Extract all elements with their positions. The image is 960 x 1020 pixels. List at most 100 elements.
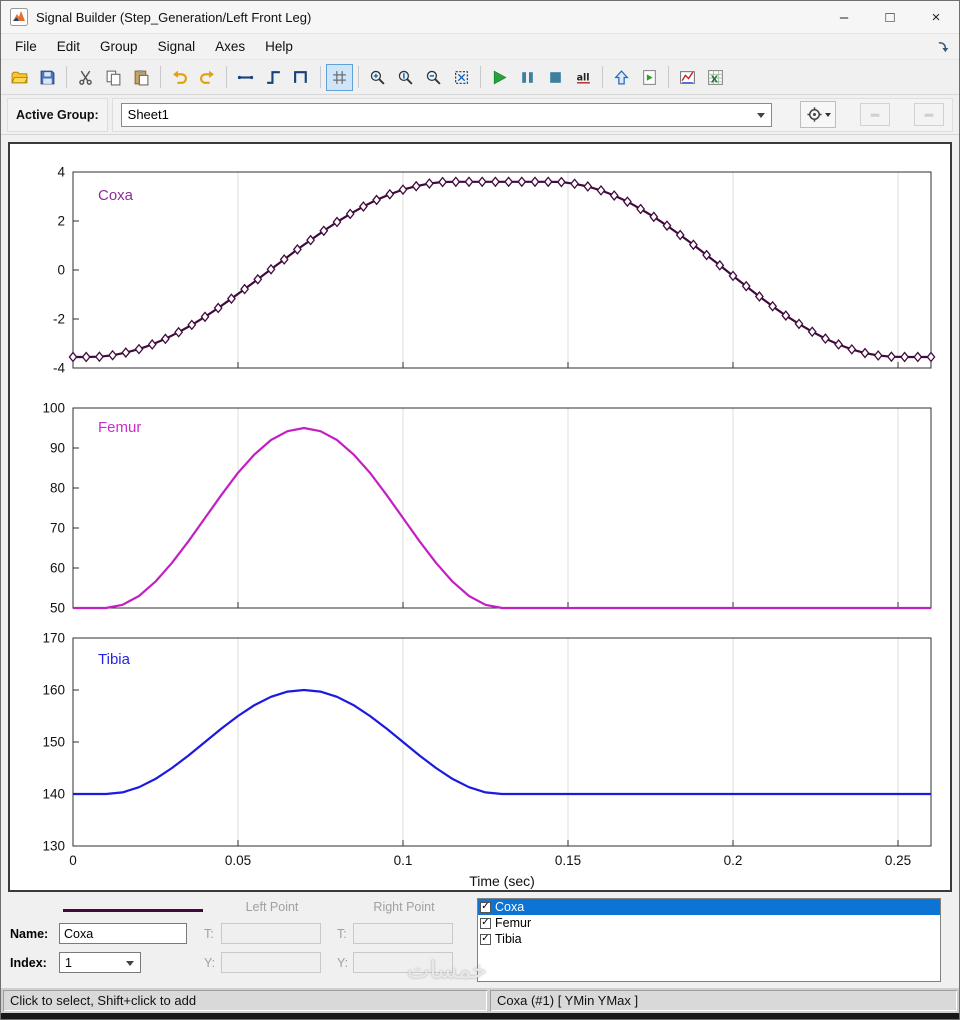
zoom-in-x-button[interactable] — [364, 64, 391, 91]
data-point-marker[interactable] — [622, 196, 632, 208]
index-dropdown[interactable]: 1 — [59, 952, 141, 973]
data-point-marker[interactable] — [490, 176, 500, 188]
menu-file[interactable]: File — [5, 36, 47, 57]
menu-edit[interactable]: Edit — [47, 36, 90, 57]
signal-list-item-femur[interactable]: ✓ Femur — [478, 915, 940, 931]
zoom-in-y-button[interactable] — [392, 64, 419, 91]
data-point-marker[interactable] — [477, 176, 487, 188]
undo-button[interactable] — [166, 64, 193, 91]
data-point-marker[interactable] — [345, 208, 355, 220]
open-model-button[interactable] — [636, 64, 663, 91]
data-point-marker[interactable] — [332, 216, 342, 228]
data-point-marker[interactable] — [543, 176, 553, 188]
menu-signal[interactable]: Signal — [148, 36, 206, 57]
data-point-marker[interactable] — [147, 339, 157, 350]
coxa-signal-line[interactable] — [73, 180, 931, 359]
data-point-marker[interactable] — [108, 349, 118, 361]
signal-checkbox[interactable]: ✓ — [480, 901, 491, 913]
segment-pulse-button[interactable] — [288, 64, 315, 91]
grid-button[interactable] — [326, 63, 353, 91]
cut-button[interactable] — [72, 64, 99, 91]
stop-button[interactable] — [542, 64, 569, 91]
up-to-parent-button[interactable] — [608, 64, 635, 91]
data-point-marker[interactable] — [807, 326, 817, 338]
data-point-marker[interactable] — [860, 347, 870, 359]
data-point-marker[interactable] — [847, 343, 857, 355]
data-point-marker[interactable] — [174, 326, 184, 338]
save-button[interactable] — [34, 64, 61, 91]
fit-view-button[interactable] — [448, 64, 475, 91]
copy-button[interactable] — [100, 64, 127, 91]
data-point-marker[interactable] — [636, 203, 646, 215]
signal-list-item-tibia[interactable]: ✓ Tibia — [478, 931, 940, 947]
signal-list-item-coxa[interactable]: ✓ Coxa — [478, 899, 940, 915]
redo-button[interactable] — [194, 64, 221, 91]
open-button[interactable] — [6, 64, 33, 91]
data-point-marker[interactable] — [570, 178, 580, 190]
close-button[interactable]: × — [913, 1, 959, 33]
export-excel-button[interactable]: X — [702, 64, 729, 91]
data-point-marker[interactable] — [873, 350, 883, 361]
signal-display-button[interactable] — [674, 64, 701, 91]
data-point-marker[interactable] — [200, 311, 210, 323]
data-point-marker[interactable] — [121, 347, 131, 358]
paste-button[interactable] — [128, 64, 155, 91]
signal-checkbox[interactable]: ✓ — [480, 917, 491, 929]
signal-label-femur[interactable]: Femur — [98, 419, 141, 436]
data-point-marker[interactable] — [358, 201, 368, 212]
signal-label-coxa[interactable]: Coxa — [98, 187, 134, 204]
data-point-marker[interactable] — [464, 176, 474, 188]
tibia-signal-line[interactable] — [73, 688, 931, 796]
data-point-marker[interactable] — [411, 180, 421, 192]
data-point-marker[interactable] — [134, 343, 144, 355]
data-point-marker[interactable] — [451, 176, 461, 188]
name-input[interactable] — [59, 923, 187, 944]
chart-tibia[interactable]: 130 140 150 160 170 0 0.05 0.1 0.15 0.2 0.25 Time (… — [10, 620, 952, 890]
data-point-marker[interactable] — [834, 339, 844, 350]
data-point-marker[interactable] — [609, 190, 619, 201]
data-point-marker[interactable] — [556, 176, 566, 188]
data-point-marker[interactable] — [596, 184, 606, 196]
menu-help[interactable]: Help — [255, 36, 303, 57]
data-point-marker[interactable] — [649, 211, 659, 223]
maximize-button[interactable]: □ — [867, 1, 913, 33]
data-point-marker[interactable] — [81, 351, 91, 363]
data-point-marker[interactable] — [583, 181, 593, 192]
dock-arrow-icon[interactable] — [937, 40, 950, 53]
data-point-marker[interactable] — [530, 176, 540, 188]
data-point-marker[interactable] — [372, 194, 382, 206]
femur-signal-line[interactable] — [73, 426, 931, 610]
menu-axes[interactable]: Axes — [205, 36, 255, 57]
data-point-marker[interactable] — [794, 318, 804, 330]
data-point-marker[interactable] — [68, 351, 78, 363]
minimize-button[interactable]: – — [821, 1, 867, 33]
group-options-button[interactable] — [800, 101, 836, 128]
signal-listbox[interactable]: ✓ Coxa ✓ Femur ✓ Tibia — [477, 898, 941, 982]
data-point-marker[interactable] — [913, 351, 923, 363]
data-point-marker[interactable] — [926, 351, 936, 363]
chart-coxa[interactable]: -4 -2 0 2 4 Coxa — [10, 148, 952, 388]
data-point-marker[interactable] — [504, 176, 514, 188]
data-point-marker[interactable] — [187, 319, 197, 331]
segment-line-button[interactable] — [232, 64, 259, 91]
data-point-marker[interactable] — [517, 176, 527, 188]
data-point-marker[interactable] — [94, 351, 104, 363]
pause-button[interactable] — [514, 64, 541, 91]
data-point-marker[interactable] — [820, 333, 830, 345]
signal-checkbox[interactable]: ✓ — [480, 933, 491, 945]
chart-femur[interactable]: 50 60 70 80 90 100 Femur — [10, 388, 952, 620]
signal-label-tibia[interactable]: Tibia — [98, 651, 131, 668]
chart-panel[interactable]: -4 -2 0 2 4 Coxa 50 60 70 80 90 100 Femur 130 140 150 16… — [8, 142, 952, 892]
build-all-button[interactable]: all — [570, 64, 597, 91]
menu-group[interactable]: Group — [90, 36, 148, 57]
data-point-marker[interactable] — [438, 176, 448, 188]
data-point-marker[interactable] — [900, 351, 910, 363]
active-group-combobox[interactable]: Sheet1 — [120, 102, 772, 127]
data-point-marker[interactable] — [886, 351, 896, 363]
data-point-marker[interactable] — [160, 333, 170, 345]
data-point-marker[interactable] — [385, 188, 395, 200]
data-point-marker[interactable] — [424, 178, 434, 189]
zoom-out-button[interactable] — [420, 64, 447, 91]
data-point-marker[interactable] — [398, 184, 408, 196]
run-button[interactable] — [486, 64, 513, 91]
